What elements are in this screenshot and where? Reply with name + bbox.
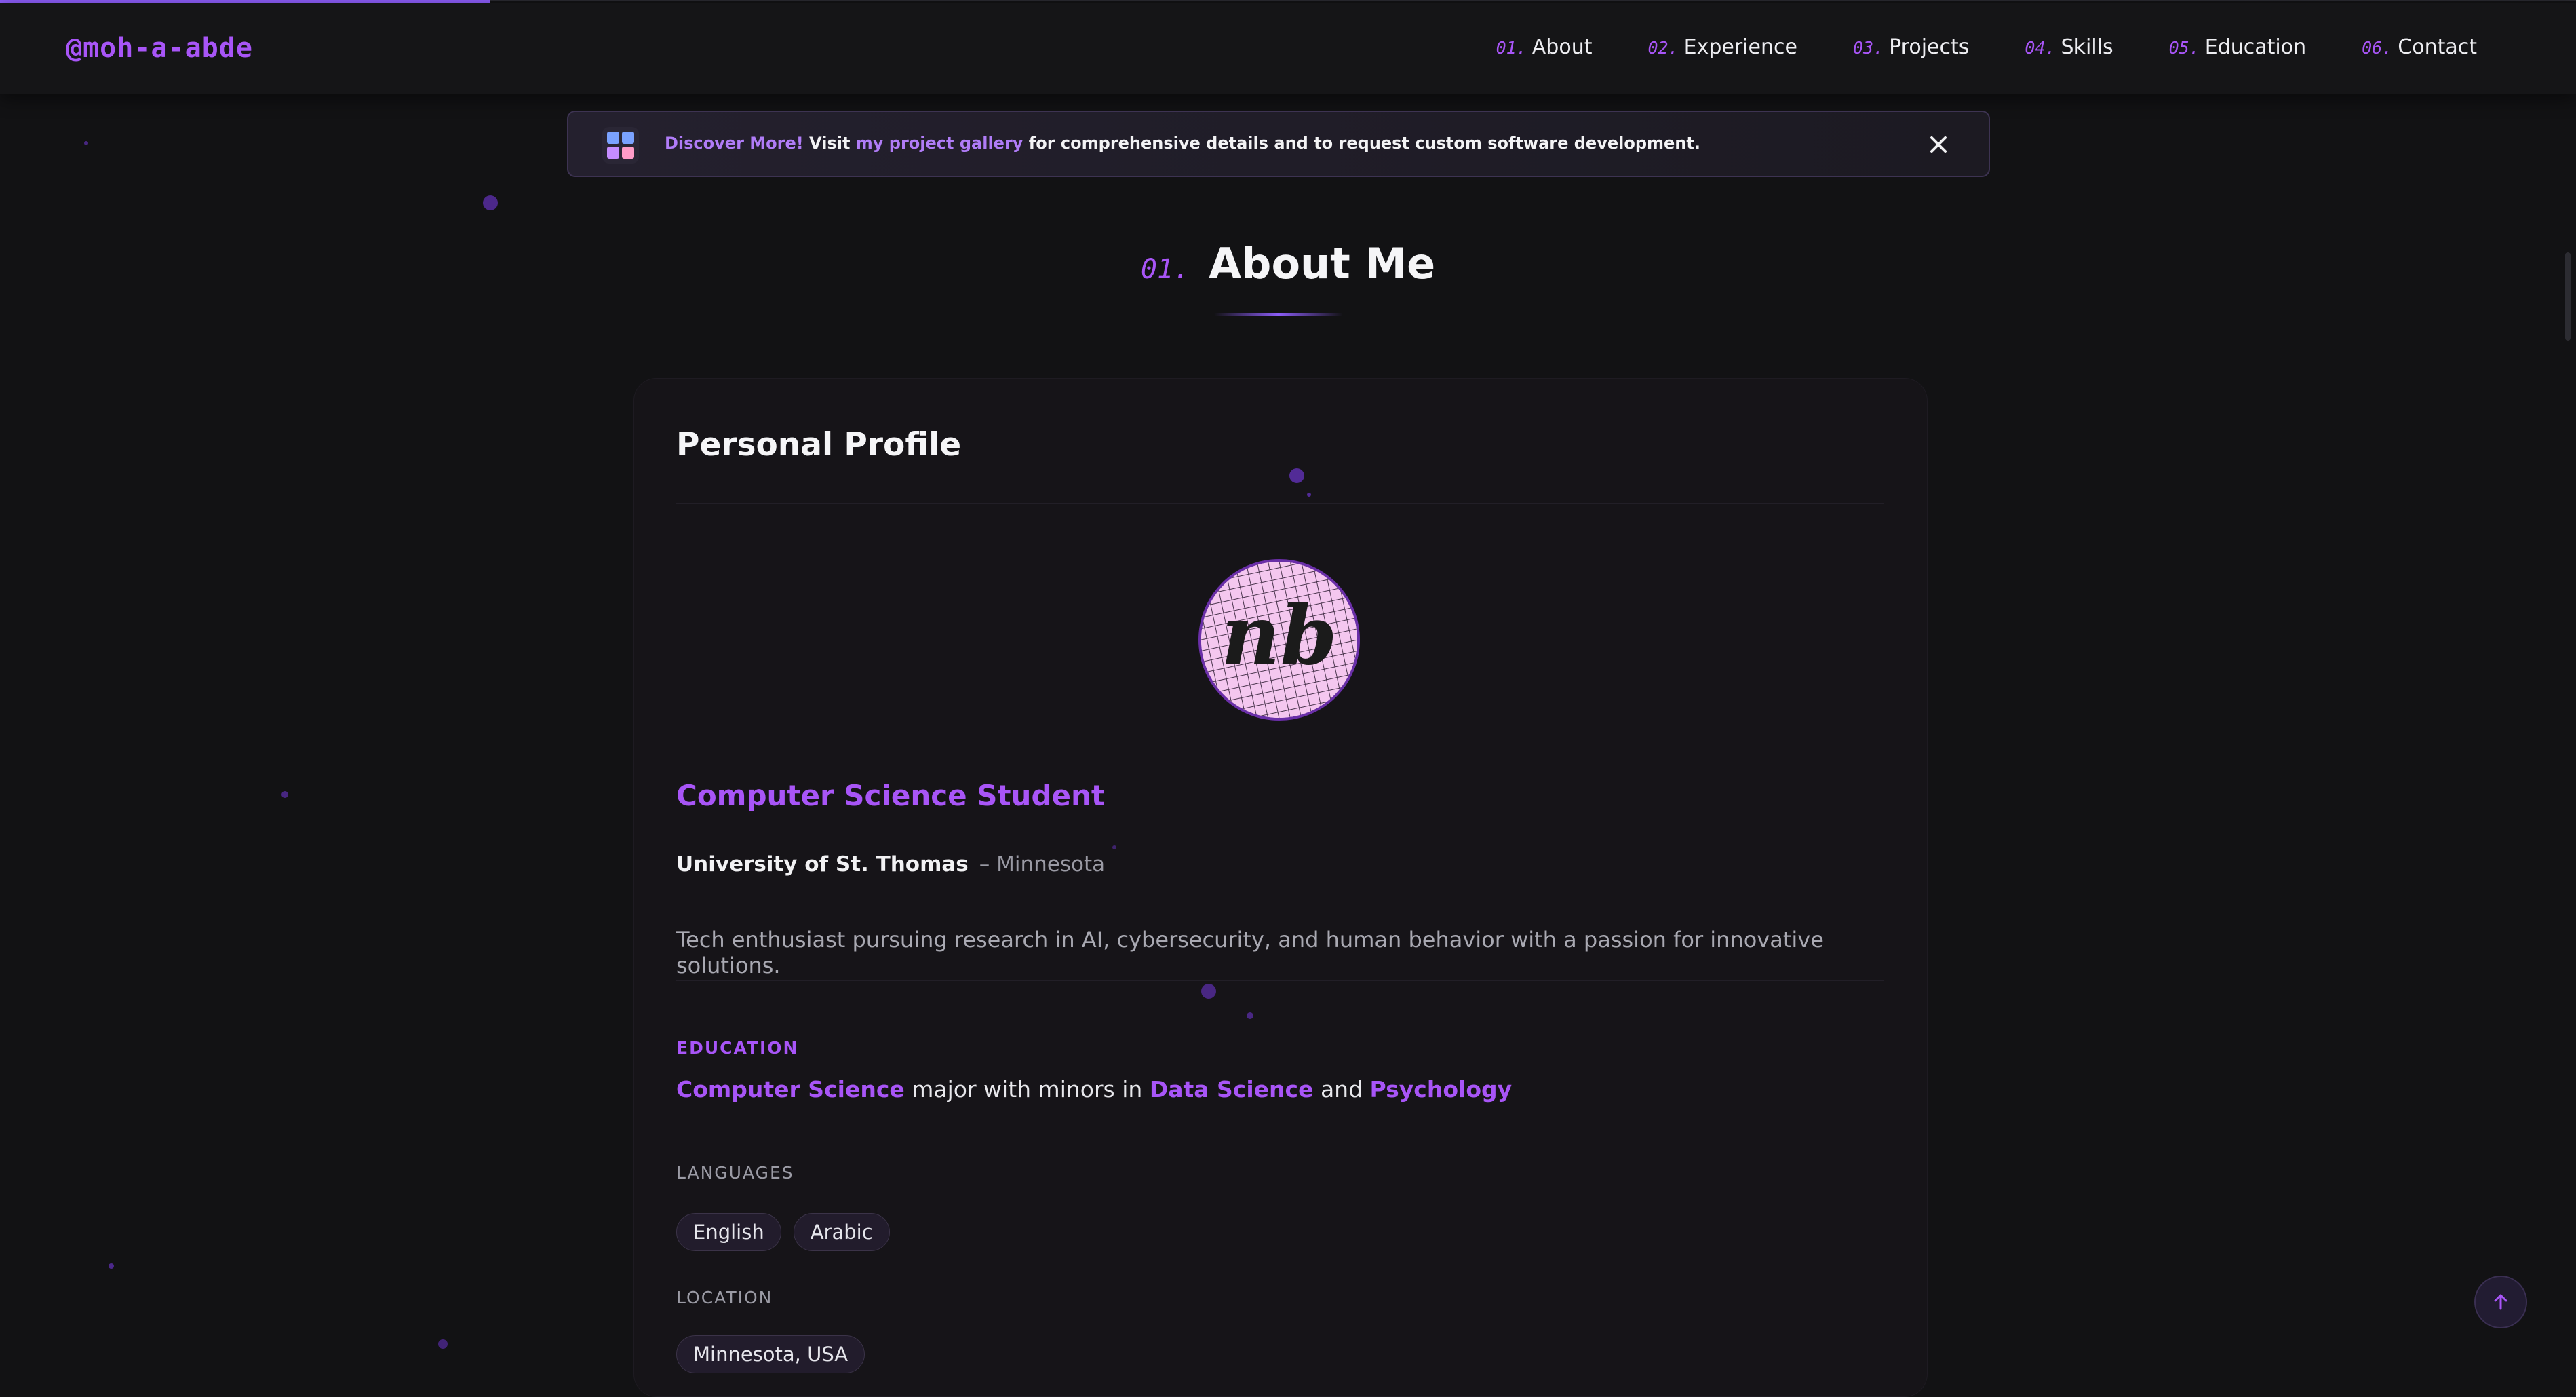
- minor-psychology: Psychology: [1369, 1076, 1513, 1103]
- nav-number: 06.: [2362, 38, 2393, 58]
- decorative-particle: [438, 1339, 448, 1349]
- university-name: University of St. Thomas: [676, 852, 969, 877]
- discover-banner: Discover More! Visit my project gallery …: [567, 111, 1990, 177]
- nav-label: Skills: [2061, 35, 2113, 59]
- back-to-top-button[interactable]: [2474, 1276, 2527, 1328]
- profile-card: Personal Profile nb Computer Science Stu…: [633, 378, 1928, 1397]
- nav-label: Education: [2204, 35, 2307, 59]
- bio-text: Tech enthusiast pursuing research in AI,…: [676, 927, 1824, 978]
- avatar: nb: [1198, 559, 1360, 721]
- location-label: LOCATION: [676, 1288, 773, 1307]
- university: University of St. Thomas – Minnesota: [676, 852, 1105, 877]
- banner-rest: for comprehensive details and to request…: [1023, 134, 1700, 153]
- section-heading: 01. About Me: [0, 239, 2576, 288]
- site-logo[interactable]: @moh-a-abde: [66, 33, 253, 64]
- nav-label: About: [1531, 35, 1593, 59]
- nav-label: Projects: [1889, 35, 1970, 59]
- nav-label: Experience: [1683, 35, 1797, 59]
- nav-skills[interactable]: 04. Skills: [2025, 35, 2113, 59]
- project-gallery-link[interactable]: my project gallery: [856, 134, 1023, 153]
- education-mid: major with minors in: [904, 1076, 1150, 1103]
- site-header: @moh-a-abde 01. About 02. Experience 03. Pr…: [0, 3, 2576, 94]
- decorative-particle: [281, 791, 288, 798]
- education-text: Computer Science major with minors in Da…: [676, 1076, 1512, 1103]
- language-chip: Arabic: [793, 1213, 890, 1251]
- nav-number: 04.: [2025, 38, 2056, 58]
- nav-number: 05.: [2168, 38, 2200, 58]
- education-label: EDUCATION: [676, 1038, 799, 1058]
- divider: [676, 503, 1884, 504]
- nav-education[interactable]: 05. Education: [2169, 35, 2307, 59]
- nav-number: 01.: [1496, 38, 1527, 58]
- divider: [676, 980, 1884, 981]
- nav-contact[interactable]: 06. Contact: [2362, 35, 2477, 59]
- banner-message: Discover More! Visit my project gallery …: [665, 134, 1700, 153]
- nav-projects[interactable]: 03. Projects: [1853, 35, 1969, 59]
- banner-visit: Visit: [803, 134, 856, 153]
- main-nav: 01. About 02. Experience 03. Projects 04. Sk…: [1496, 35, 2477, 59]
- decorative-particle: [84, 141, 88, 145]
- decorative-particle: [1247, 1012, 1253, 1019]
- languages-list: English Arabic: [676, 1213, 890, 1251]
- avatar-logo-image: nb: [1201, 562, 1357, 718]
- section-underline: [1214, 313, 1343, 316]
- language-chip: English: [676, 1213, 781, 1251]
- profile-heading: Personal Profile: [676, 426, 962, 463]
- page-scrollbar[interactable]: [2565, 252, 2571, 341]
- decorative-particle: [1307, 493, 1311, 497]
- section-title: About Me: [1209, 239, 1436, 288]
- decorative-particle: [1201, 984, 1216, 999]
- location-chip: Minnesota, USA: [676, 1335, 865, 1373]
- minor-data-science: Data Science: [1149, 1076, 1314, 1103]
- nav-number: 03.: [1852, 38, 1884, 58]
- section-number: 01.: [1140, 254, 1190, 285]
- university-location: – Minnesota: [979, 852, 1106, 877]
- avatar-text: nb: [1221, 588, 1337, 683]
- nav-number: 02.: [1647, 38, 1679, 58]
- grid-app-icon: [602, 127, 639, 164]
- role-title: Computer Science Student: [676, 779, 1105, 812]
- banner-lead: Discover More!: [665, 134, 804, 153]
- decorative-particle: [483, 195, 498, 210]
- arrow-up-icon: [2494, 1294, 2507, 1310]
- decorative-particle: [109, 1263, 114, 1269]
- education-and: and: [1313, 1076, 1370, 1103]
- decorative-particle: [1289, 468, 1304, 483]
- close-icon: [1930, 136, 1947, 153]
- decorative-particle: [1112, 845, 1116, 849]
- major: Computer Science: [676, 1076, 905, 1103]
- location-list: Minnesota, USA: [676, 1335, 865, 1373]
- close-banner-button[interactable]: [1926, 132, 1951, 157]
- nav-about[interactable]: 01. About: [1496, 35, 1593, 59]
- nav-experience[interactable]: 02. Experience: [1647, 35, 1797, 59]
- languages-label: LANGUAGES: [676, 1163, 794, 1183]
- nav-label: Contact: [2398, 35, 2477, 59]
